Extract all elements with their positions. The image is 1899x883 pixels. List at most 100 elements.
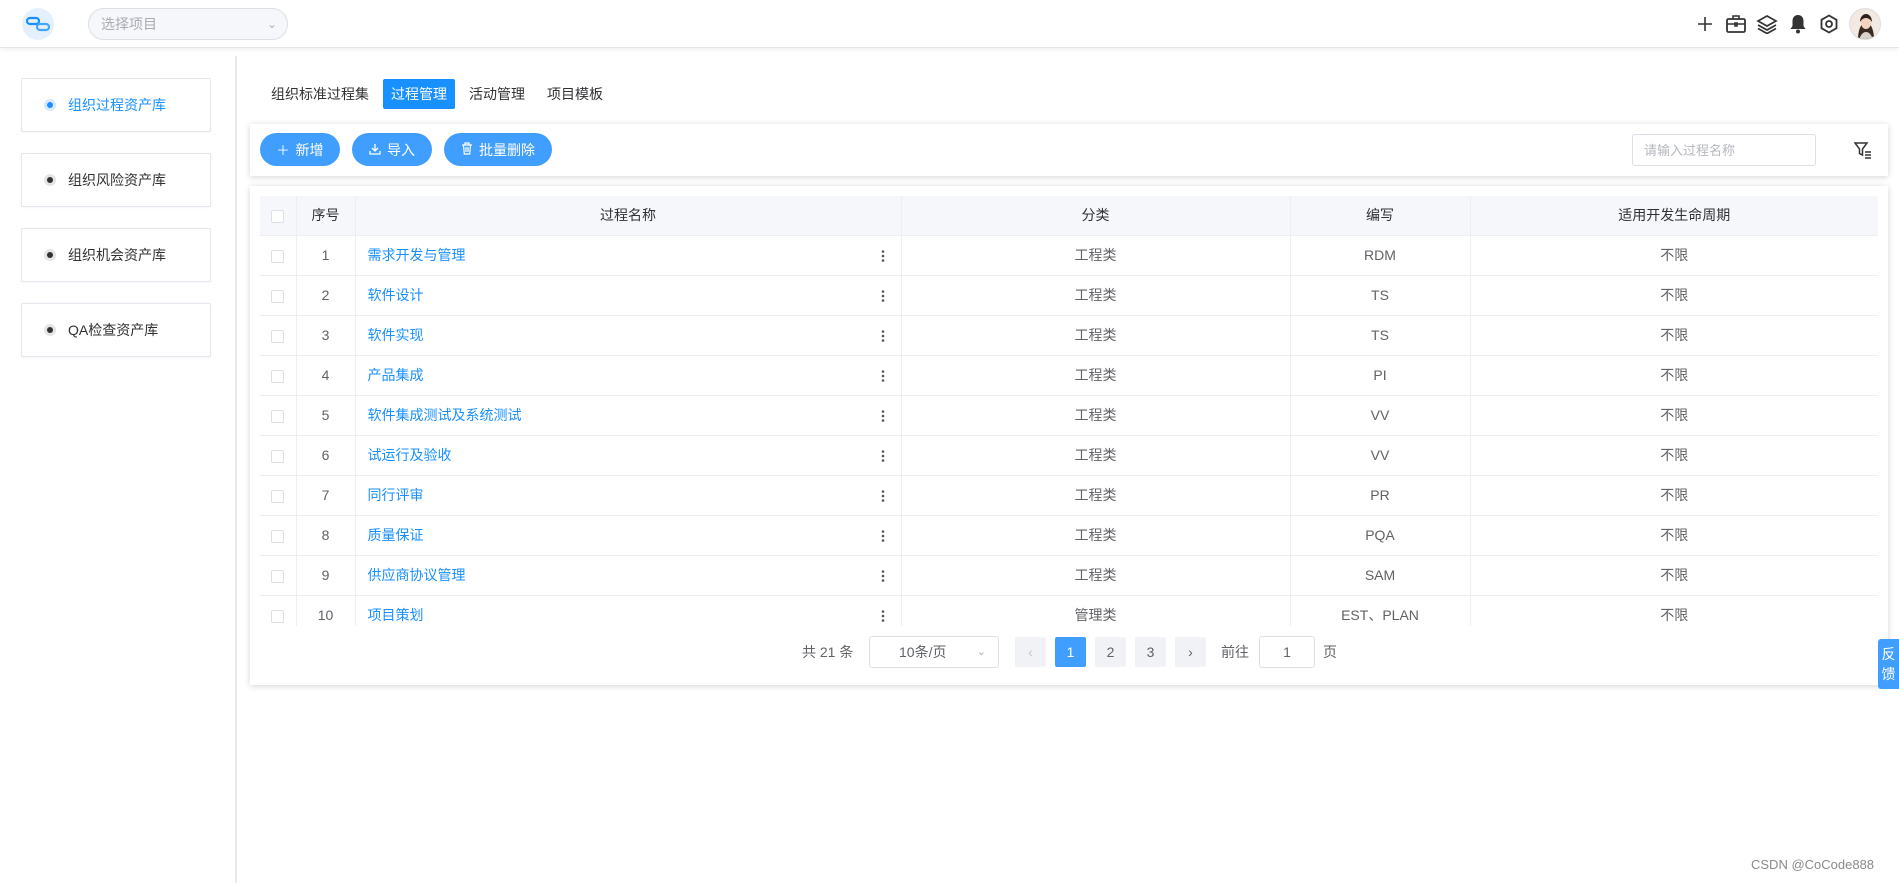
process-name-link[interactable]: 同行评审 bbox=[368, 487, 424, 503]
table-row: 7 同行评审 工程类 PR 不限 bbox=[260, 475, 1878, 516]
table-header-row: 序号 过程名称 分类 编写 适用开发生命周期 bbox=[260, 196, 1878, 236]
tab-activity-management[interactable]: 活动管理 bbox=[461, 79, 533, 109]
header-icon-group bbox=[1694, 8, 1881, 40]
toolbar: ＋ 新增 导入 批量删除 bbox=[250, 124, 1888, 176]
table-row: 5 软件集成测试及系统测试 工程类 VV 不限 bbox=[260, 395, 1878, 436]
import-icon bbox=[369, 142, 381, 158]
process-name-link[interactable]: 软件集成测试及系统测试 bbox=[368, 407, 522, 423]
row-category: 工程类 bbox=[901, 235, 1291, 276]
more-vertical-icon[interactable] bbox=[877, 596, 889, 627]
row-checkbox[interactable] bbox=[271, 569, 285, 583]
more-vertical-icon[interactable] bbox=[877, 276, 889, 316]
row-checkbox[interactable] bbox=[271, 249, 285, 263]
select-all-checkbox[interactable] bbox=[271, 210, 285, 224]
add-button[interactable]: ＋ 新增 bbox=[260, 133, 340, 166]
app-logo-icon[interactable] bbox=[22, 8, 54, 40]
project-select-placeholder: 选择项目 bbox=[101, 16, 157, 32]
feedback-button[interactable]: 反 馈 bbox=[1878, 639, 1899, 689]
process-name-search-input[interactable] bbox=[1632, 134, 1816, 166]
table-row: 6 试运行及验收 工程类 VV 不限 bbox=[260, 435, 1878, 476]
more-vertical-icon[interactable] bbox=[877, 476, 889, 516]
pagination-total: 共 21 条 bbox=[802, 644, 854, 660]
row-category: 工程类 bbox=[901, 275, 1291, 316]
next-page-button[interactable]: › bbox=[1175, 637, 1206, 667]
more-vertical-icon[interactable] bbox=[877, 316, 889, 356]
select-all-header[interactable] bbox=[260, 196, 297, 236]
process-name-link[interactable]: 软件实现 bbox=[368, 327, 424, 343]
sidebar-item-qa-assets[interactable]: QA检查资产库 bbox=[21, 303, 211, 357]
row-checkbox[interactable] bbox=[271, 449, 285, 463]
goto-page-input[interactable] bbox=[1259, 636, 1315, 668]
chevron-right-icon: › bbox=[1188, 644, 1193, 660]
row-index: 7 bbox=[296, 475, 356, 516]
process-name-link[interactable]: 试运行及验收 bbox=[368, 447, 452, 463]
tab-process-management[interactable]: 过程管理 bbox=[383, 79, 455, 109]
process-table-card: 序号 过程名称 分类 编写 适用开发生命周期 1 需求开发与管理 工程类 RDM… bbox=[250, 186, 1888, 685]
more-vertical-icon[interactable] bbox=[877, 356, 889, 396]
project-select[interactable]: 选择项目 ⌄ bbox=[88, 8, 288, 40]
bell-icon[interactable] bbox=[1787, 13, 1809, 35]
table-row: 2 软件设计 工程类 TS 不限 bbox=[260, 275, 1878, 316]
plus-icon: ＋ bbox=[276, 143, 290, 158]
row-lifecycle: 不限 bbox=[1470, 515, 1878, 556]
table-body: 1 需求开发与管理 工程类 RDM 不限 2 软件设计 工程类 TS 不限 3 bbox=[260, 235, 1878, 626]
more-vertical-icon[interactable] bbox=[877, 556, 889, 596]
page-button-1[interactable]: 1 bbox=[1055, 637, 1086, 667]
row-checkbox[interactable] bbox=[271, 529, 285, 543]
sidebar-item-process-assets[interactable]: 组织过程资产库 bbox=[21, 78, 211, 132]
process-name-link[interactable]: 质量保证 bbox=[368, 527, 424, 543]
row-category: 工程类 bbox=[901, 555, 1291, 596]
batch-delete-button[interactable]: 批量删除 bbox=[444, 133, 552, 166]
row-category: 工程类 bbox=[901, 435, 1291, 476]
prev-page-button[interactable]: ‹ bbox=[1015, 637, 1046, 667]
layers-icon[interactable] bbox=[1756, 13, 1778, 35]
row-category: 工程类 bbox=[901, 395, 1291, 436]
sidebar: 组织过程资产库 组织风险资产库 组织机会资产库 QA检查资产库 bbox=[0, 56, 237, 883]
row-index: 3 bbox=[296, 315, 356, 356]
tab-standard-process-set[interactable]: 组织标准过程集 bbox=[263, 79, 377, 109]
table-scroll-area[interactable]: 序号 过程名称 分类 编写 适用开发生命周期 1 需求开发与管理 工程类 RDM… bbox=[260, 196, 1878, 626]
settings-icon[interactable] bbox=[1818, 13, 1840, 35]
process-name-link[interactable]: 供应商协议管理 bbox=[368, 567, 466, 583]
row-checkbox[interactable] bbox=[271, 489, 285, 503]
table-row: 4 产品集成 工程类 PI 不限 bbox=[260, 355, 1878, 396]
row-checkbox[interactable] bbox=[271, 369, 285, 383]
row-lifecycle: 不限 bbox=[1470, 555, 1878, 596]
row-code: PQA bbox=[1290, 515, 1471, 556]
top-header: 选择项目 ⌄ bbox=[0, 0, 1899, 48]
sidebar-item-opportunity-assets[interactable]: 组织机会资产库 bbox=[21, 228, 211, 282]
process-name-link[interactable]: 需求开发与管理 bbox=[368, 247, 466, 263]
row-checkbox[interactable] bbox=[271, 609, 285, 623]
plus-icon[interactable] bbox=[1694, 13, 1716, 35]
row-checkbox[interactable] bbox=[271, 409, 285, 423]
row-category: 管理类 bbox=[901, 595, 1291, 626]
filter-icon[interactable] bbox=[1853, 140, 1873, 160]
sidebar-item-label: QA检查资产库 bbox=[68, 322, 159, 338]
more-vertical-icon[interactable] bbox=[877, 436, 889, 476]
more-vertical-icon[interactable] bbox=[877, 396, 889, 436]
sidebar-item-risk-assets[interactable]: 组织风险资产库 bbox=[21, 153, 211, 207]
column-header-code: 编写 bbox=[1290, 196, 1471, 236]
row-lifecycle: 不限 bbox=[1470, 235, 1878, 276]
page-button-3[interactable]: 3 bbox=[1135, 637, 1166, 667]
watermark: CSDN @CoCode888 bbox=[1751, 857, 1875, 872]
add-button-label: 新增 bbox=[295, 141, 324, 158]
process-name-link[interactable]: 项目策划 bbox=[368, 607, 424, 623]
row-index: 9 bbox=[296, 555, 356, 596]
row-lifecycle: 不限 bbox=[1470, 595, 1878, 626]
row-code: VV bbox=[1290, 435, 1471, 476]
process-name-link[interactable]: 软件设计 bbox=[368, 287, 424, 303]
import-button[interactable]: 导入 bbox=[352, 133, 432, 166]
toolbox-icon[interactable] bbox=[1725, 13, 1747, 35]
page-size-value: 10条/页 bbox=[899, 644, 947, 660]
process-name-link[interactable]: 产品集成 bbox=[368, 367, 424, 383]
tab-project-template[interactable]: 项目模板 bbox=[539, 79, 611, 109]
row-checkbox[interactable] bbox=[271, 329, 285, 343]
more-vertical-icon[interactable] bbox=[877, 516, 889, 556]
page-size-select[interactable]: 10条/页 ⌄ bbox=[869, 636, 999, 668]
more-vertical-icon[interactable] bbox=[877, 236, 889, 276]
row-checkbox[interactable] bbox=[271, 289, 285, 303]
user-avatar[interactable] bbox=[1849, 8, 1881, 40]
page-button-2[interactable]: 2 bbox=[1095, 637, 1126, 667]
row-index: 5 bbox=[296, 395, 356, 436]
